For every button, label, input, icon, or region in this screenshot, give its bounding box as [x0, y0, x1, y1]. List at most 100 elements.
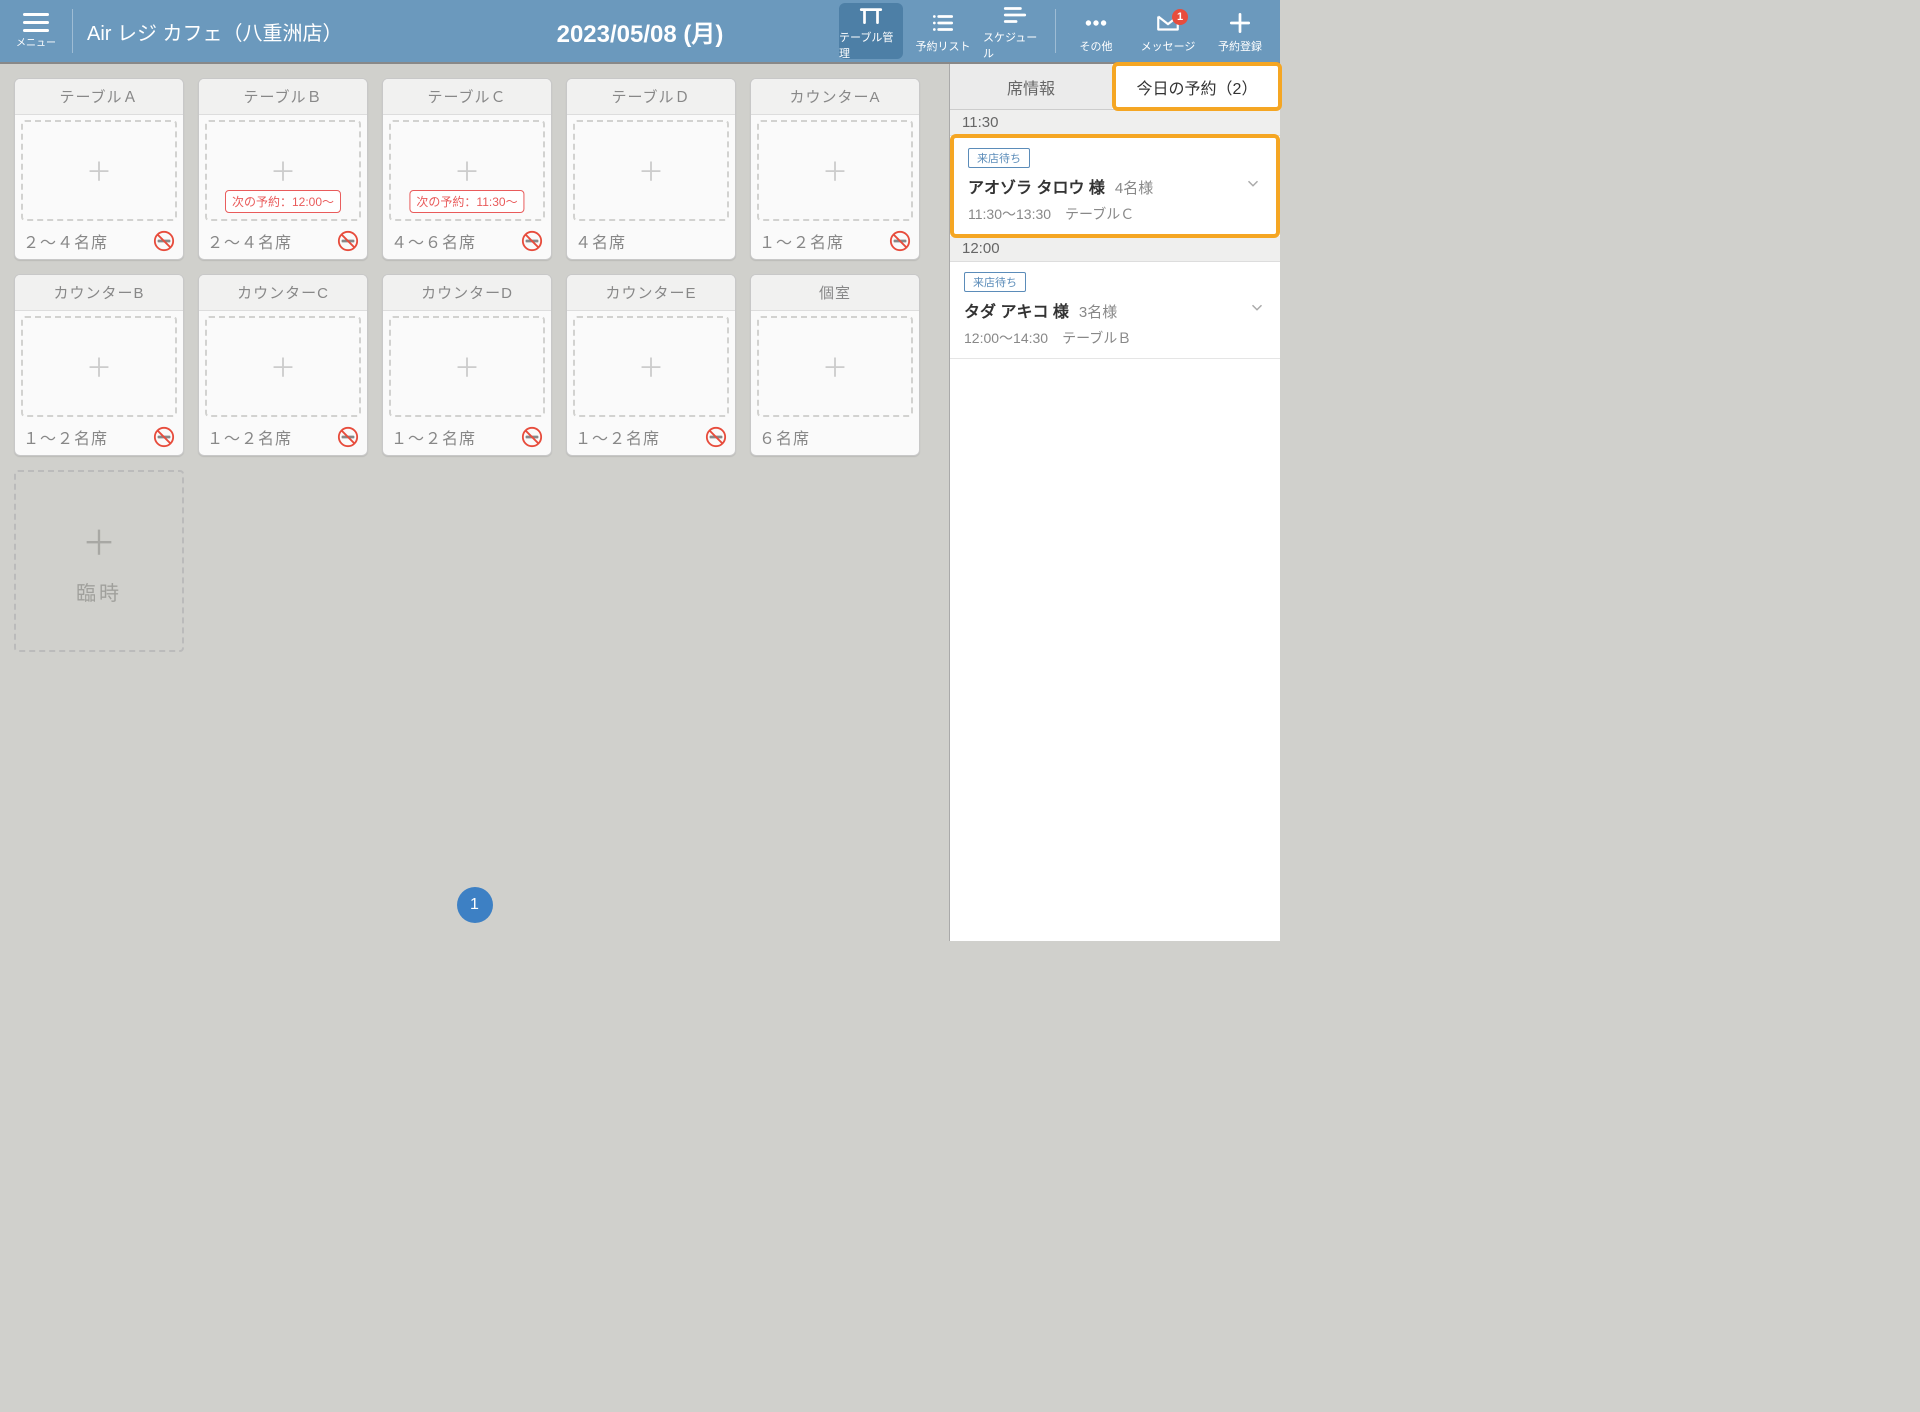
table-footer: １～２名席	[567, 421, 735, 455]
table-body[interactable]: ＋	[573, 120, 729, 221]
next-reservation: 次の予約：11:30～	[409, 190, 524, 213]
capacity: １～２名席	[207, 425, 292, 449]
table-card[interactable]: テーブルＣ ＋ 次の予約：11:30～ ４～６名席	[382, 78, 552, 260]
status-tag: 来店待ち	[964, 272, 1026, 292]
table-grid: テーブルＡ ＋ ２～４名席 テーブルＢ ＋ 次の予約：12:00～ ２～４名席 …	[0, 64, 949, 666]
table-mgmt-icon	[858, 2, 884, 28]
plus-icon: ＋	[82, 516, 116, 565]
capacity: ４～６名席	[391, 229, 476, 253]
nav-label: 予約登録	[1218, 38, 1262, 54]
nav-resv-list[interactable]: 予約リスト	[911, 3, 975, 59]
date-title: 2023/05/08 (月)	[557, 14, 724, 49]
nav-messages[interactable]: メッセージ1	[1136, 3, 1200, 59]
plus-icon: ＋	[638, 348, 664, 385]
table-footer: １～２名席	[15, 421, 183, 455]
table-body[interactable]: ＋	[389, 316, 545, 417]
store-name: Air レジ カフェ（八重洲店）	[81, 17, 343, 46]
menu-button[interactable]: メニュー	[8, 3, 64, 59]
table-footer: ２～４名席	[199, 225, 367, 259]
reservation-list: 11:30 来店待ち アオゾラ タロウ 様4名様 11:30～13:30 テーブ…	[950, 110, 1280, 941]
reservation-meta: 12:00～14:30 テーブルＢ	[964, 328, 1266, 348]
no-smoking-icon	[153, 426, 175, 448]
plus-icon: ＋	[270, 152, 296, 189]
table-card[interactable]: カウンターD ＋ １～２名席	[382, 274, 552, 456]
table-name: テーブルＤ	[567, 79, 735, 115]
table-body[interactable]: ＋	[21, 316, 177, 417]
table-card[interactable]: カウンターA ＋ １～２名席	[750, 78, 920, 260]
table-footer: ４～６名席	[383, 225, 551, 259]
table-name: カウンターD	[383, 275, 551, 311]
no-smoking-icon	[521, 426, 543, 448]
hamburger-icon	[23, 13, 49, 32]
plus-icon: ＋	[454, 348, 480, 385]
table-body[interactable]: ＋	[205, 316, 361, 417]
chevron-down-icon	[1244, 175, 1262, 198]
table-card[interactable]: 個室 ＋ ６名席	[750, 274, 920, 456]
table-body[interactable]: ＋	[757, 120, 913, 221]
no-smoking-icon	[153, 230, 175, 252]
no-smoking-icon	[889, 230, 911, 252]
table-body[interactable]: ＋	[757, 316, 913, 417]
table-card[interactable]: テーブルＢ ＋ 次の予約：12:00～ ２～４名席	[198, 78, 368, 260]
guest-count: 4名様	[1115, 180, 1153, 197]
nav-other[interactable]: その他	[1064, 3, 1128, 59]
guest-name: アオゾラ タロウ 様	[968, 180, 1105, 197]
add-table-card[interactable]: ＋臨時	[14, 470, 184, 652]
guest-name: タダ アキコ 様	[964, 304, 1069, 321]
resv-list-icon	[930, 9, 956, 37]
table-name: テーブルＣ	[383, 79, 551, 115]
nav-label: メッセージ	[1141, 38, 1196, 54]
nav-label: その他	[1080, 38, 1113, 54]
side-tabs: 席情報今日の予約（2）	[950, 64, 1280, 110]
nav-label: テーブル管理	[839, 29, 903, 61]
table-card[interactable]: テーブルＤ ＋ ４名席	[566, 78, 736, 260]
table-footer: ２～４名席	[15, 225, 183, 259]
app-header: メニュー Air レジ カフェ（八重洲店） 2023/05/08 (月) テーブ…	[0, 0, 1280, 62]
capacity: ４名席	[575, 229, 626, 253]
plus-icon: ＋	[86, 348, 112, 385]
nav-resv-add[interactable]: 予約登録	[1208, 3, 1272, 59]
table-body[interactable]: ＋	[21, 120, 177, 221]
table-footer: １～２名席	[199, 421, 367, 455]
no-smoking-icon	[337, 230, 359, 252]
table-footer: １～２名席	[751, 225, 919, 259]
capacity: １～２名席	[759, 229, 844, 253]
divider	[1055, 9, 1056, 53]
table-name: 個室	[751, 275, 919, 311]
guest-count: 3名様	[1079, 304, 1117, 321]
capacity: １～２名席	[23, 425, 108, 449]
side-tab[interactable]: 今日の予約（2）	[1112, 62, 1282, 111]
nav-schedule[interactable]: スケジュール	[983, 3, 1047, 59]
resv-add-icon	[1227, 9, 1253, 37]
table-body[interactable]: ＋	[573, 316, 729, 417]
table-card[interactable]: カウンターC ＋ １～２名席	[198, 274, 368, 456]
capacity: １～２名席	[575, 425, 660, 449]
pager-page[interactable]: 1	[457, 887, 493, 923]
table-card[interactable]: カウンターB ＋ １～２名席	[14, 274, 184, 456]
table-card[interactable]: テーブルＡ ＋ ２～４名席	[14, 78, 184, 260]
main-area: テーブルＡ ＋ ２～４名席 テーブルＢ ＋ 次の予約：12:00～ ２～４名席 …	[0, 62, 1280, 941]
table-body[interactable]: ＋ 次の予約：11:30～	[389, 120, 545, 221]
table-name: テーブルＡ	[15, 79, 183, 115]
time-row: 12:00	[950, 236, 1280, 262]
reservation-meta: 11:30～13:30 テーブルＣ	[968, 204, 1262, 224]
plus-icon: ＋	[822, 152, 848, 189]
plus-icon: ＋	[454, 152, 480, 189]
table-footer: ６名席	[751, 421, 919, 455]
plus-icon: ＋	[638, 152, 664, 189]
plus-icon: ＋	[822, 348, 848, 385]
menu-label: メニュー	[16, 34, 56, 49]
table-body[interactable]: ＋ 次の予約：12:00～	[205, 120, 361, 221]
capacity: ２～４名席	[207, 229, 292, 253]
table-card[interactable]: カウンターE ＋ １～２名席	[566, 274, 736, 456]
table-name: テーブルＢ	[199, 79, 367, 115]
table-name: カウンターA	[751, 79, 919, 115]
side-panel: 席情報今日の予約（2） 11:30 来店待ち アオゾラ タロウ 様4名様 11:…	[950, 64, 1280, 941]
reservation-item[interactable]: 来店待ち タダ アキコ 様 3名様 12:00～14:30 テーブルＢ	[950, 262, 1280, 359]
table-footer: １～２名席	[383, 421, 551, 455]
side-tab[interactable]: 席情報	[950, 64, 1112, 109]
reservation-item[interactable]: 来店待ち アオゾラ タロウ 様4名様 11:30～13:30 テーブルＣ	[950, 134, 1280, 238]
table-name: カウンターC	[199, 275, 367, 311]
plus-icon: ＋	[86, 152, 112, 189]
nav-table-mgmt[interactable]: テーブル管理	[839, 3, 903, 59]
